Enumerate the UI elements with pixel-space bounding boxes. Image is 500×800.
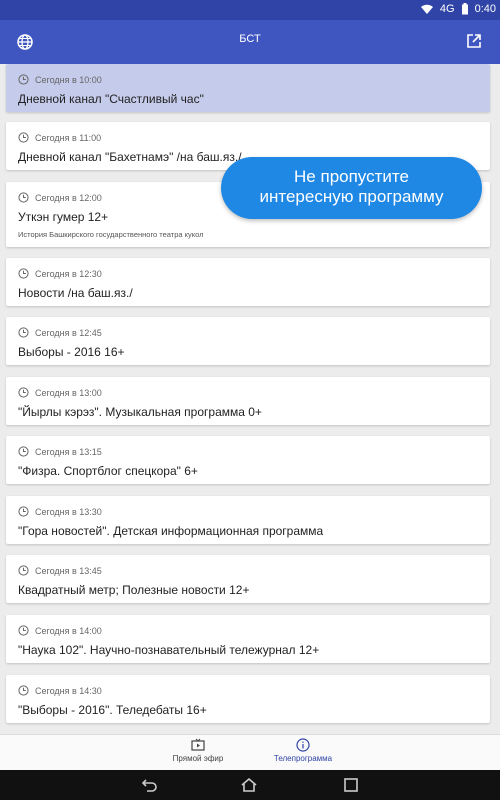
program-title: Дневной канал "Счастливый час"	[18, 92, 204, 106]
program-time: Сегодня в 13:30	[35, 506, 102, 517]
program-time: Сегодня в 12:45	[35, 327, 102, 338]
clock-icon	[18, 387, 29, 398]
program-card[interactable]: Сегодня в 10:00 Дневной канал "Счастливы…	[6, 64, 490, 112]
program-title: Дневной канал "Бахетнамэ" /на баш.яз./	[18, 150, 242, 164]
program-time: Сегодня в 10:00	[35, 74, 102, 85]
tab-tv-guide[interactable]: Телепрограмма	[243, 738, 363, 763]
program-time: Сегодня в 14:30	[35, 685, 102, 696]
program-title: Выборы - 2016 16+	[18, 345, 125, 359]
program-card[interactable]: Сегодня в 13:45 Квадратный метр; Полезны…	[6, 555, 490, 603]
program-card[interactable]: Сегодня в 13:00 "Йырлы кэрэз". Музыкальн…	[6, 377, 490, 425]
program-card[interactable]: Сегодня в 14:00 "Наука 102". Научно-позн…	[6, 615, 490, 663]
clock: 0:40	[474, 3, 496, 15]
program-card[interactable]: Сегодня в 13:30 "Гора новостей". Детская…	[6, 496, 490, 544]
program-title: "Йырлы кэрэз". Музыкальная программа 0+	[18, 405, 262, 419]
clock-icon	[18, 685, 29, 696]
program-card[interactable]: Сегодня в 12:45 Выборы - 2016 16+	[6, 317, 490, 365]
program-description: История Башкирского государственного теа…	[18, 230, 204, 239]
system-navigation-bar	[0, 770, 500, 800]
program-card[interactable]: Сегодня в 13:15 "Физра. Спортблог спецко…	[6, 436, 490, 484]
clock-icon	[18, 192, 29, 203]
bottom-navigation: Прямой эфир Телепрограмма	[0, 734, 500, 771]
program-title: "Наука 102". Научно-познавательный тележ…	[18, 643, 320, 657]
program-title: "Выборы - 2016". Теледебаты 16+	[18, 703, 207, 717]
program-time: Сегодня в 13:45	[35, 565, 102, 576]
program-title: Уткэн гумер 12+	[18, 210, 109, 224]
program-time: Сегодня в 13:00	[35, 387, 102, 398]
app-bar: БСТ	[0, 20, 500, 64]
signal-indicator: 4G	[439, 3, 455, 15]
program-time: Сегодня в 14:00	[35, 625, 102, 636]
clock-icon	[18, 565, 29, 576]
program-time: Сегодня в 12:00	[35, 192, 102, 203]
hint-tooltip[interactable]: Не пропустите интересную программу	[221, 157, 482, 219]
clock-icon	[18, 625, 29, 636]
recent-apps-icon[interactable]	[342, 777, 360, 793]
program-title: "Физра. Спортблог спецкора" 6+	[18, 464, 198, 478]
program-time: Сегодня в 12:30	[35, 268, 102, 279]
back-icon[interactable]	[140, 777, 158, 793]
hint-line-2: интересную программу	[259, 187, 444, 206]
tab-live-label: Прямой эфир	[172, 754, 224, 763]
program-title: Новости /на баш.яз./	[18, 286, 133, 300]
external-link-icon[interactable]	[466, 33, 482, 49]
battery-icon	[461, 3, 468, 15]
program-title: Квадратный метр; Полезные новости 12+	[18, 583, 250, 597]
program-time: Сегодня в 13:15	[35, 446, 102, 457]
info-icon	[296, 738, 310, 752]
clock-icon	[18, 506, 29, 517]
program-time: Сегодня в 11:00	[35, 132, 102, 143]
status-bar: 4G 0:40	[0, 0, 500, 20]
hint-line-1: Не пропустите	[294, 167, 409, 186]
program-card[interactable]: Сегодня в 12:30 Новости /на баш.яз./	[6, 258, 490, 306]
tab-tv-guide-label: Телепрограмма	[273, 754, 333, 763]
program-title: "Гора новостей". Детская информационная …	[18, 524, 324, 538]
clock-icon	[18, 268, 29, 279]
clock-icon	[18, 132, 29, 143]
tv-play-icon	[191, 738, 205, 751]
clock-icon	[18, 327, 29, 338]
clock-icon	[18, 74, 29, 85]
tab-live[interactable]: Прямой эфир	[138, 738, 258, 763]
program-card[interactable]: Сегодня в 14:30 "Выборы - 2016". Теледеб…	[6, 675, 490, 723]
app-title: БСТ	[239, 33, 261, 45]
wifi-icon	[420, 4, 433, 14]
home-icon[interactable]	[240, 777, 258, 793]
clock-icon	[18, 446, 29, 457]
